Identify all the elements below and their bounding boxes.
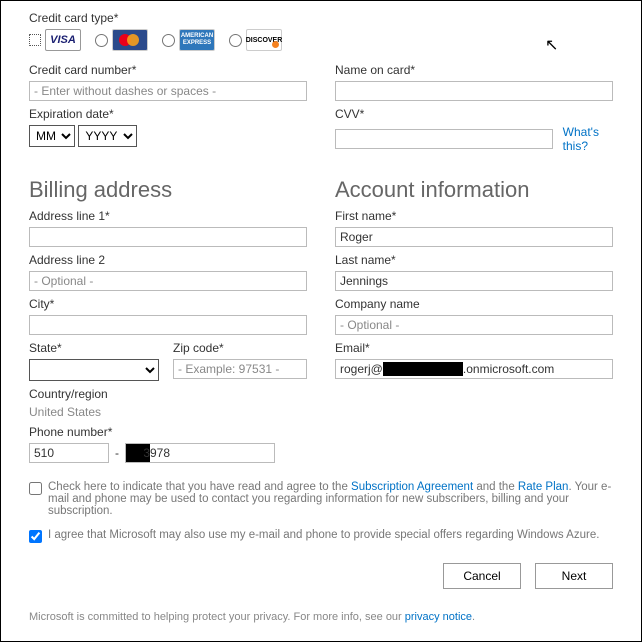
agree-terms-checkbox[interactable] <box>29 482 42 495</box>
card-number-label: Credit card number* <box>29 63 307 77</box>
amex-icon: AMERICAN EXPRESS <box>179 29 215 51</box>
expiration-label: Expiration date* <box>29 107 307 121</box>
radio-icon <box>95 34 108 47</box>
zip-input[interactable] <box>173 359 307 379</box>
card-type-group: VISA AMERICAN EXPRESS DISCOVER <box>29 29 613 51</box>
mastercard-icon <box>112 29 148 51</box>
addr1-label: Address line 1* <box>29 209 307 223</box>
addr1-input[interactable] <box>29 227 307 247</box>
discover-icon: DISCOVER <box>246 29 282 51</box>
phone-dash: - <box>115 446 119 460</box>
email-redacted: XXXXXXXXXX <box>383 362 463 376</box>
first-name-label: First name* <box>335 209 613 223</box>
cvv-help-link[interactable]: What's this? <box>563 125 613 153</box>
name-on-card-label: Name on card* <box>335 63 613 77</box>
agree-offers-checkbox[interactable] <box>29 530 42 543</box>
radio-icon <box>162 34 175 47</box>
country-value: United States <box>29 405 307 419</box>
visa-icon: VISA <box>45 29 81 51</box>
radio-icon <box>29 34 41 46</box>
email-domain: .onmicrosoft.com <box>463 362 554 376</box>
card-option-mastercard[interactable] <box>95 29 148 51</box>
exp-month-select[interactable]: MM <box>29 125 75 147</box>
privacy-footer: Microsoft is committed to helping protec… <box>29 611 613 623</box>
card-option-visa[interactable]: VISA <box>29 29 81 51</box>
cancel-button[interactable]: Cancel <box>443 563 521 589</box>
card-option-discover[interactable]: DISCOVER <box>229 29 282 51</box>
subscription-agreement-link[interactable]: Subscription Agreement <box>351 481 473 493</box>
rate-plan-link[interactable]: Rate Plan <box>518 481 569 493</box>
privacy-notice-link[interactable]: privacy notice <box>405 611 472 623</box>
name-on-card-input[interactable] <box>335 81 613 101</box>
country-label: Country/region <box>29 387 307 401</box>
phone-number-input[interactable] <box>125 443 275 463</box>
agree-offers-text: I agree that Microsoft may also use my e… <box>48 529 599 541</box>
card-number-input[interactable] <box>29 81 307 101</box>
exp-year-select[interactable]: YYYY <box>78 125 137 147</box>
email-label: Email* <box>335 341 613 355</box>
addr2-input[interactable] <box>29 271 307 291</box>
state-select[interactable] <box>29 359 159 381</box>
account-heading: Account information <box>335 177 613 203</box>
email-prefix: rogerj@ <box>340 362 383 376</box>
phone-label: Phone number* <box>29 425 307 439</box>
zip-label: Zip code* <box>173 341 307 355</box>
next-button[interactable]: Next <box>535 563 613 589</box>
agree-terms-text: Check here to indicate that you have rea… <box>48 481 613 517</box>
last-name-input[interactable] <box>335 271 613 291</box>
city-input[interactable] <box>29 315 307 335</box>
cvv-input[interactable] <box>335 129 553 149</box>
company-input[interactable] <box>335 315 613 335</box>
cvv-label: CVV* <box>335 107 613 121</box>
first-name-input[interactable] <box>335 227 613 247</box>
city-label: City* <box>29 297 307 311</box>
radio-icon <box>229 34 242 47</box>
addr2-label: Address line 2 <box>29 253 307 267</box>
last-name-label: Last name* <box>335 253 613 267</box>
card-type-label: Credit card type* <box>29 11 613 25</box>
billing-heading: Billing address <box>29 177 307 203</box>
email-input[interactable]: rogerj@XXXXXXXXXX.onmicrosoft.com <box>335 359 613 379</box>
phone-area-input[interactable] <box>29 443 109 463</box>
company-label: Company name <box>335 297 613 311</box>
card-option-amex[interactable]: AMERICAN EXPRESS <box>162 29 215 51</box>
state-label: State* <box>29 341 159 355</box>
